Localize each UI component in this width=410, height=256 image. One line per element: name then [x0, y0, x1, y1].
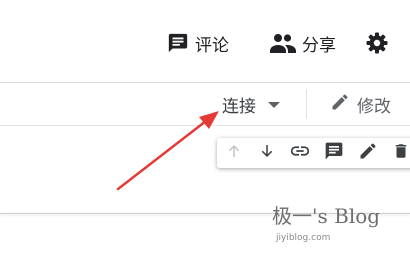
comment-button[interactable]: 评论 [167, 30, 229, 56]
comment-icon [167, 32, 189, 54]
toolbar-divider [306, 89, 307, 119]
comment-icon [324, 141, 344, 165]
edit-label: 修改 [357, 96, 391, 117]
move-down-button[interactable] [255, 141, 279, 165]
connect-label: 连接 [222, 96, 256, 117]
comment-label: 评论 [195, 35, 229, 56]
block-action-bar [217, 138, 410, 168]
move-up-button[interactable] [222, 141, 246, 165]
people-icon [270, 32, 296, 54]
header-bar: 评论 分享 [0, 0, 410, 83]
link-icon [289, 140, 311, 166]
edit-block-button[interactable] [356, 141, 380, 165]
share-label: 分享 [302, 35, 336, 56]
watermark: 极一's Blog jiyiblog.com [272, 203, 408, 243]
pencil-icon [358, 141, 378, 165]
edit-button[interactable]: 修改 [330, 92, 391, 117]
settings-button[interactable] [365, 30, 389, 56]
trash-icon [392, 141, 410, 165]
link-button[interactable] [288, 141, 312, 165]
toolbar-row: 连接 修改 [0, 83, 410, 126]
watermark-title: 极一's Blog [272, 204, 381, 228]
caret-down-icon [268, 94, 280, 114]
delete-button[interactable] [389, 141, 410, 165]
connect-dropdown[interactable]: 连接 [222, 93, 280, 117]
arrow-down-icon [258, 142, 276, 164]
gear-icon [365, 31, 389, 55]
arrow-up-icon [225, 142, 243, 164]
share-button[interactable]: 分享 [270, 30, 336, 56]
add-comment-button[interactable] [322, 141, 346, 165]
pencil-icon [330, 92, 350, 117]
watermark-url: jiyiblog.com [276, 233, 331, 243]
